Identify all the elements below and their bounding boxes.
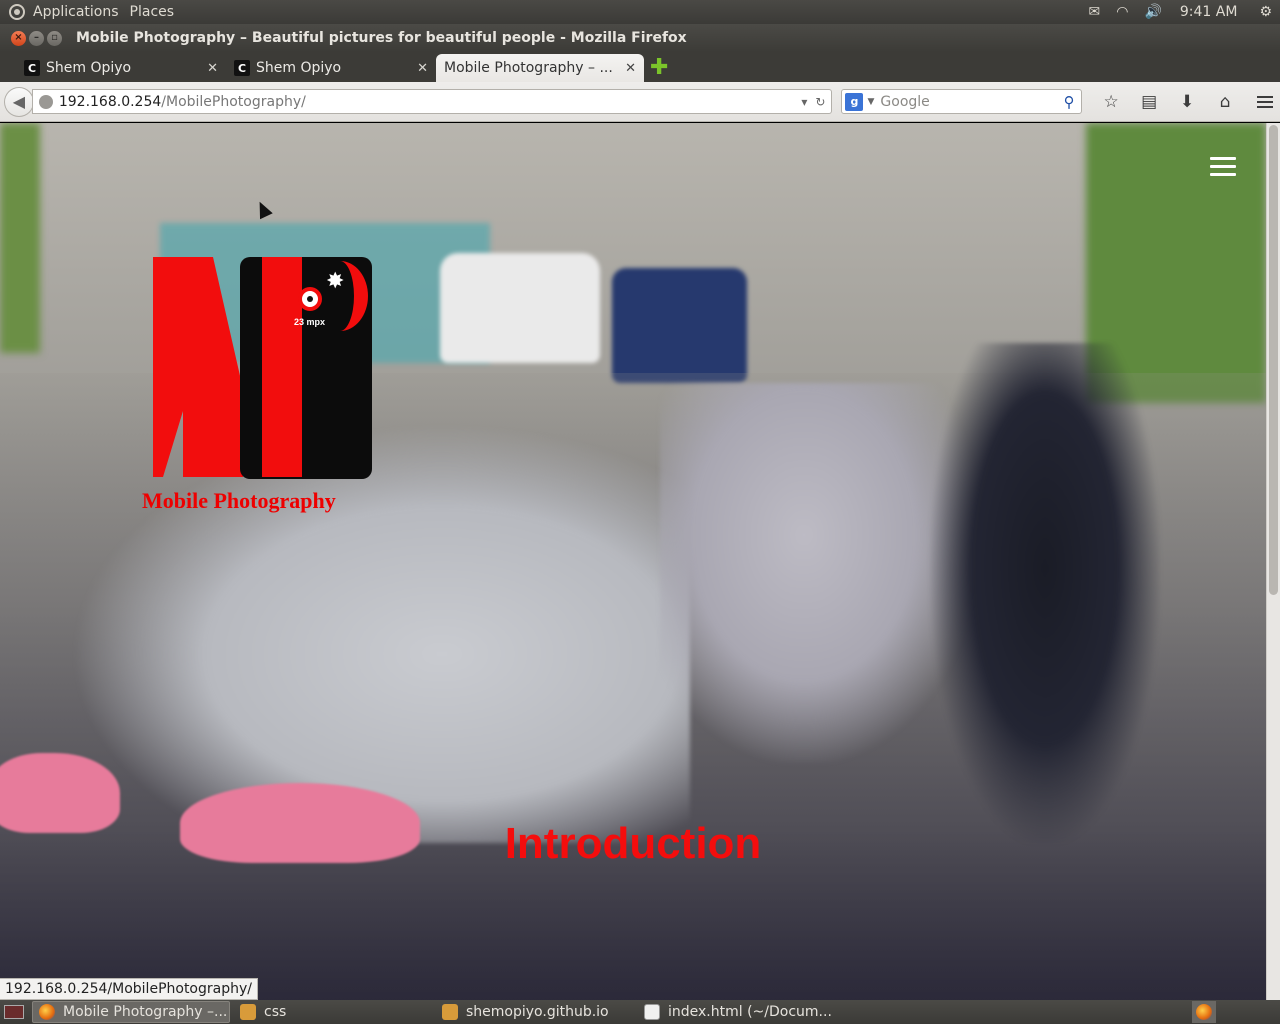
ubuntu-logo-icon[interactable]: [9, 4, 25, 20]
close-tab-icon[interactable]: ✕: [625, 61, 636, 76]
taskbar-item-index-html[interactable]: index.html (~/Docum...: [638, 1001, 836, 1023]
taskbar-item-css-folder[interactable]: css: [234, 1001, 432, 1023]
back-button[interactable]: ◀: [4, 86, 34, 117]
taskbar-item-label: css: [264, 1004, 287, 1020]
tab-title: Shem Opiyo: [256, 60, 342, 76]
page-heading: Introduction: [504, 819, 762, 868]
bottom-taskbar: Mobile Photography –... css shemopiyo.gi…: [0, 1000, 1280, 1024]
logo-brand-text: Mobile Photography: [142, 488, 336, 513]
chevron-down-icon[interactable]: ▼: [867, 97, 874, 107]
mail-icon[interactable]: ✉: [1089, 4, 1101, 20]
tray-firefox-button[interactable]: [1192, 1001, 1216, 1023]
search-placeholder: Google: [880, 93, 930, 110]
site-favicon-icon: C: [234, 60, 250, 76]
tab-strip: C Shem Opiyo ✕ C Shem Opiyo ✕ Mobile Pho…: [0, 52, 1280, 82]
folder-icon: [442, 1004, 458, 1020]
taskbar-item-label: shemopiyo.github.io: [466, 1004, 609, 1020]
tab-mobile-photography[interactable]: Mobile Photography – ... ✕: [436, 54, 644, 82]
link-status-popup: 192.168.0.254/MobilePhotography/: [0, 978, 258, 1000]
url-host: 192.168.0.254: [58, 93, 162, 110]
maximize-window-button[interactable]: ▫: [47, 30, 62, 46]
google-engine-icon[interactable]: g: [845, 92, 864, 111]
system-top-panel: Applications Places ✉ ◠ 🔊 9:41 AM ⚙: [0, 0, 1280, 24]
clock[interactable]: 9:41 AM: [1180, 4, 1238, 20]
bookmarks-list-icon[interactable]: ▤: [1130, 92, 1168, 112]
gear-icon[interactable]: ⚙: [1259, 4, 1272, 20]
wifi-icon[interactable]: ◠: [1116, 4, 1128, 20]
minimize-window-button[interactable]: –: [29, 30, 44, 46]
reload-icon[interactable]: ↻: [815, 95, 825, 109]
search-bar[interactable]: g ▼ Google ⚲: [841, 89, 1083, 114]
page-viewport: ✸ 23 mpx Mobile Photography Introduction: [0, 123, 1266, 1000]
flash-icon: ✸: [326, 269, 345, 294]
taskbar-item-label: index.html (~/Docum...: [668, 1004, 832, 1020]
tab-title: Shem Opiyo: [46, 60, 132, 76]
show-desktop-icon[interactable]: [4, 1005, 24, 1019]
scrollbar-thumb[interactable]: [1269, 125, 1278, 595]
bookmark-star-icon[interactable]: ☆: [1092, 92, 1130, 112]
taskbar-item-github-folder[interactable]: shemopiyo.github.io: [436, 1001, 634, 1023]
taskbar-item-label: Mobile Photography –...: [63, 1004, 228, 1020]
url-path: /MobilePhotography/: [161, 93, 306, 110]
close-window-button[interactable]: ×: [11, 30, 26, 46]
firefox-icon: [39, 1004, 55, 1020]
navigation-toolbar: ◀ 192.168.0.254/MobilePhotography/ ▾ ↻ g…: [0, 82, 1280, 122]
site-menu-toggle-icon[interactable]: [1210, 157, 1236, 176]
places-menu[interactable]: Places: [130, 4, 175, 20]
window-title: Mobile Photography – Beautiful pictures …: [76, 30, 687, 46]
document-icon: [644, 1004, 660, 1020]
url-bar[interactable]: 192.168.0.254/MobilePhotography/ ▾ ↻: [31, 89, 833, 114]
site-favicon-icon: C: [24, 60, 40, 76]
tab-shem-opiyo-2[interactable]: C Shem Opiyo ✕: [226, 54, 436, 82]
site-logo[interactable]: ✸ 23 mpx Mobile Photography: [140, 257, 372, 517]
globe-icon: [38, 94, 53, 109]
folder-icon: [240, 1004, 256, 1020]
search-icon[interactable]: ⚲: [1060, 93, 1078, 111]
new-tab-button[interactable]: ✚: [650, 54, 668, 82]
home-icon[interactable]: ⌂: [1206, 92, 1244, 112]
close-tab-icon[interactable]: ✕: [207, 61, 218, 76]
applications-menu[interactable]: Applications: [33, 4, 119, 20]
taskbar-item-firefox[interactable]: Mobile Photography –...: [32, 1001, 230, 1023]
tab-shem-opiyo-1[interactable]: C Shem Opiyo ✕: [16, 54, 226, 82]
firefox-icon: [1196, 1004, 1212, 1020]
browser-menu-button[interactable]: [1250, 95, 1280, 108]
download-icon[interactable]: ⬇: [1168, 92, 1206, 112]
page-scrollbar[interactable]: [1266, 123, 1280, 1000]
logo-badge: 23 mpx: [294, 317, 326, 327]
camera-lens-icon: [298, 287, 322, 311]
tab-title: Mobile Photography – ...: [444, 60, 613, 76]
window-titlebar: × – ▫ Mobile Photography – Beautiful pic…: [0, 24, 1280, 52]
close-tab-icon[interactable]: ✕: [417, 61, 428, 76]
history-dropdown-icon[interactable]: ▾: [801, 95, 807, 109]
volume-icon[interactable]: 🔊: [1144, 4, 1161, 20]
